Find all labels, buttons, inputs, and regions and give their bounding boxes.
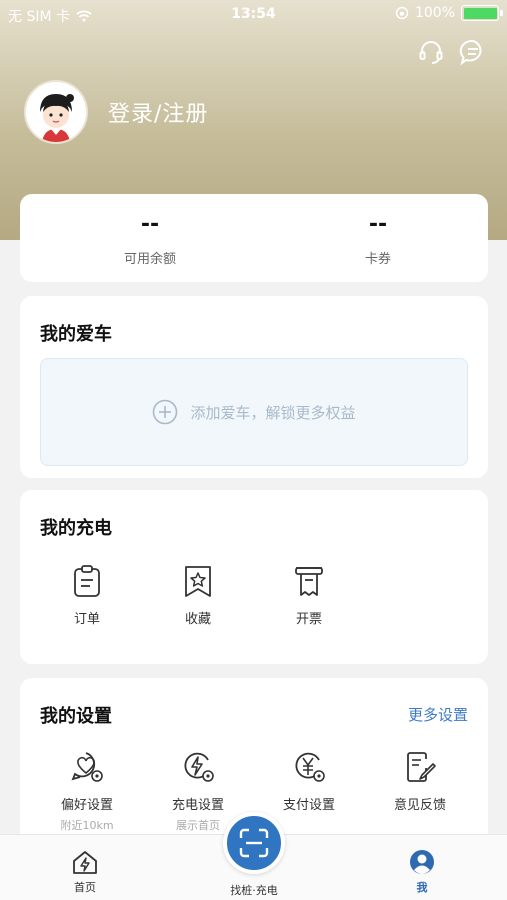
balance-label: 可用余额	[123, 252, 176, 267]
invoice-item[interactable]: 开票	[264, 564, 354, 627]
preference-settings-item[interactable]: 偏好设置 附近10km	[42, 750, 132, 833]
plus-circle-icon	[153, 399, 178, 425]
my-settings-title: 我的设置	[40, 706, 112, 727]
tab-home-label: 首页	[74, 881, 96, 894]
status-bar: 无 SIM 卡 13:54 100%	[0, 0, 507, 28]
add-car-text: 添加爱车，解锁更多权益	[190, 403, 356, 422]
preference-settings-label: 偏好设置	[60, 798, 113, 813]
clipboard-icon	[74, 565, 100, 597]
preference-settings-sub: 附近10km	[60, 819, 114, 832]
orders-label: 订单	[73, 612, 100, 627]
my-car-title: 我的爱车	[40, 324, 112, 345]
favorites-item[interactable]: 收藏	[153, 564, 243, 627]
receipt-icon	[295, 567, 323, 596]
more-settings-link[interactable]: 更多设置	[408, 704, 468, 725]
orientation-lock-icon	[395, 6, 409, 20]
balance-value: --	[140, 212, 160, 237]
feedback-icon	[407, 752, 436, 782]
heart-settings-icon	[71, 752, 103, 782]
charge-settings-label: 充电设置	[171, 798, 224, 813]
home-charge-icon	[73, 851, 97, 874]
headset-icon[interactable]	[417, 38, 445, 66]
coupon-label: 卡券	[364, 252, 391, 267]
tab-home[interactable]: 首页	[40, 849, 130, 895]
my-charge-card: 我的充电 订单 收藏 开票	[20, 490, 488, 664]
my-charge-title: 我的充电	[40, 518, 112, 539]
battery-percent: 100%	[414, 5, 455, 21]
balance-item[interactable]: -- 可用余额	[50, 212, 250, 267]
user-icon	[410, 850, 434, 874]
coupon-item[interactable]: -- 卡券	[278, 212, 478, 267]
scan-charge-label: 找桩·充电	[230, 884, 278, 897]
avatar-image	[26, 82, 86, 142]
payment-settings-label: 支付设置	[282, 798, 335, 813]
tab-me[interactable]: 我	[377, 849, 467, 895]
bookmark-star-icon	[185, 566, 211, 597]
favorites-label: 收藏	[184, 612, 211, 627]
coupon-value: --	[368, 212, 388, 237]
charge-settings-icon	[184, 752, 214, 782]
invoice-label: 开票	[295, 612, 322, 627]
charge-settings-item[interactable]: 充电设置 展示首页	[153, 750, 243, 833]
tab-me-label: 我	[416, 881, 428, 894]
battery-icon	[461, 5, 503, 21]
header-actions	[417, 38, 487, 66]
my-car-card: 我的爱车 添加爱车，解锁更多权益	[20, 296, 488, 478]
orders-item[interactable]: 订单	[42, 564, 132, 627]
scan-icon	[239, 828, 269, 858]
scan-charge-button[interactable]	[223, 812, 285, 874]
balance-card: -- 可用余额 -- 卡券	[20, 194, 488, 282]
feedback-item[interactable]: 意见反馈	[375, 750, 465, 813]
payment-settings-item[interactable]: 支付设置	[264, 750, 354, 813]
login-register-link[interactable]: 登录/注册	[108, 96, 208, 128]
yen-settings-icon	[295, 752, 325, 782]
avatar[interactable]	[24, 80, 88, 144]
add-car-button[interactable]: 添加爱车，解锁更多权益	[40, 358, 468, 466]
message-icon[interactable]	[459, 38, 487, 66]
feedback-label: 意见反馈	[393, 798, 446, 813]
